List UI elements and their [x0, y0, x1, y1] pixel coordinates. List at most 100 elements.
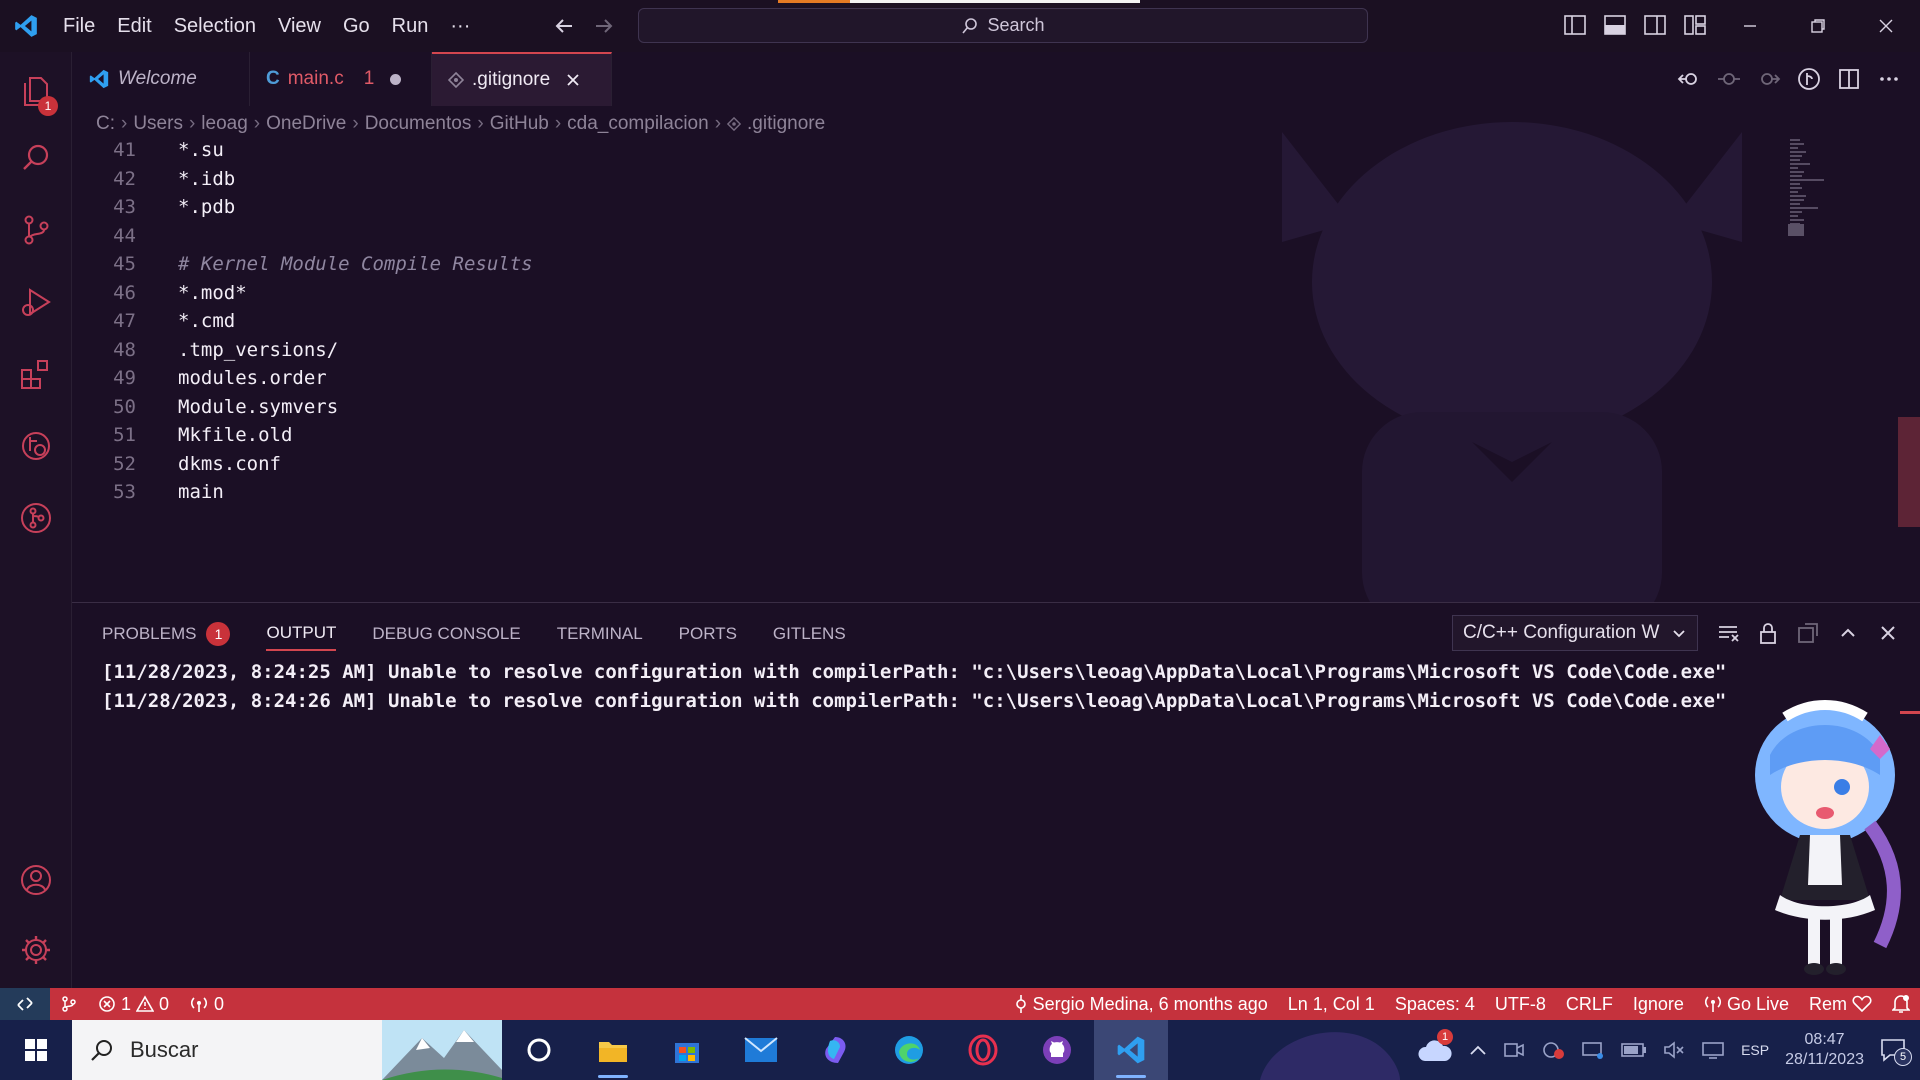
minimize-icon[interactable] [1716, 0, 1784, 52]
tab-ports[interactable]: PORTS [679, 617, 737, 651]
weather-icon[interactable]: 1 [1417, 1029, 1454, 1063]
manage-activity[interactable] [0, 920, 72, 980]
tab-welcome[interactable]: Welcome [72, 52, 250, 106]
testing-activity[interactable] [0, 416, 72, 476]
cursor-position[interactable]: Ln 1, Col 1 [1278, 988, 1385, 1020]
breadcrumb-item[interactable]: .gitignore [747, 113, 825, 135]
language-mode[interactable]: Ignore [1623, 988, 1694, 1020]
unsaved-dot-icon[interactable] [390, 73, 402, 85]
breadcrumb-item[interactable]: cda_compilacion [567, 113, 709, 135]
tab-output[interactable]: OUTPUT [266, 617, 337, 651]
theme-status[interactable]: Rem [1799, 988, 1882, 1020]
ports-status[interactable]: 0 [179, 988, 234, 1020]
opera-gx-icon[interactable] [946, 1020, 1020, 1080]
close-tab-icon[interactable] [566, 73, 580, 87]
command-center-search[interactable]: Search [638, 8, 1368, 43]
line-number: 44 [113, 224, 136, 247]
line-number: 43 [113, 196, 136, 219]
explorer-activity[interactable]: 1 [0, 60, 72, 120]
display-icon[interactable] [1701, 1041, 1725, 1059]
git-blame-status[interactable]: Sergio Medina, 6 months ago [1004, 988, 1278, 1020]
open-changes-next-icon[interactable] [1756, 66, 1782, 92]
tab-gitlens[interactable]: GITLENS [773, 617, 846, 651]
gitlens-status[interactable] [50, 988, 88, 1020]
github-desktop-icon[interactable] [1020, 1020, 1094, 1080]
clear-output-icon[interactable] [1714, 619, 1742, 647]
menu-file[interactable]: File [52, 0, 106, 52]
toggle-panel-icon[interactable] [1602, 12, 1628, 38]
back-arrow-icon[interactable] [551, 13, 577, 39]
vscode-taskbar-icon[interactable] [1094, 1020, 1168, 1080]
gitlens-inspect-icon[interactable] [1796, 66, 1822, 92]
accounts-activity[interactable] [0, 850, 72, 910]
breadcrumb-item[interactable]: GitHub [490, 113, 549, 135]
show-hidden-icons-chevron-up-icon[interactable] [1469, 1043, 1487, 1057]
maximize-panel-icon[interactable] [1834, 619, 1862, 647]
breadcrumb-item[interactable]: leoag [201, 113, 248, 135]
volume-muted-icon[interactable] [1663, 1041, 1685, 1059]
cortana-icon[interactable] [502, 1020, 576, 1080]
tab-problems[interactable]: PROBLEMS 1 [102, 617, 231, 651]
end-of-line[interactable]: CRLF [1556, 988, 1623, 1020]
notification-center-icon[interactable]: 5 [1880, 1038, 1912, 1066]
breadcrumb-item[interactable]: C: [96, 113, 115, 135]
start-button[interactable] [0, 1020, 72, 1080]
clock[interactable]: 08:47 28/11/2023 [1785, 1030, 1864, 1070]
toggle-primary-sidebar-icon[interactable] [1562, 12, 1588, 38]
search-activity[interactable] [0, 128, 72, 188]
customize-layout-icon[interactable] [1682, 12, 1708, 38]
minimap[interactable] [1788, 136, 1878, 256]
problems-status[interactable]: 1 0 [88, 988, 179, 1020]
file-explorer-icon[interactable] [576, 1020, 650, 1080]
network-icon[interactable] [1581, 1040, 1605, 1060]
notifications-button[interactable] [1882, 988, 1920, 1020]
code-line: 41 *.su [72, 136, 1772, 165]
close-panel-icon[interactable] [1874, 619, 1902, 647]
tab-main-c[interactable]: C main.c 1 [250, 52, 432, 106]
close-window-icon[interactable] [1852, 0, 1920, 52]
copilot-icon[interactable] [798, 1020, 872, 1080]
tab-gitignore[interactable]: .gitignore [432, 52, 612, 106]
menu-edit[interactable]: Edit [106, 0, 162, 52]
mail-icon[interactable] [724, 1020, 798, 1080]
output-channel-select[interactable]: C/C++ Configuration W [1452, 615, 1698, 651]
open-in-editor-icon[interactable] [1794, 619, 1822, 647]
battery-icon[interactable] [1621, 1042, 1647, 1058]
run-debug-activity[interactable] [0, 272, 72, 332]
editor-scrollbar[interactable] [1898, 417, 1920, 527]
vpn-blocked-icon[interactable] [1541, 1040, 1565, 1060]
toggle-secondary-sidebar-icon[interactable] [1642, 12, 1668, 38]
encoding[interactable]: UTF-8 [1485, 988, 1556, 1020]
line-number: 51 [113, 424, 136, 447]
remote-indicator[interactable] [0, 988, 50, 1020]
indentation[interactable]: Spaces: 4 [1385, 988, 1485, 1020]
breadcrumb-item[interactable]: Users [133, 113, 183, 135]
forward-arrow-icon[interactable] [591, 13, 617, 39]
microsoft-store-icon[interactable] [650, 1020, 724, 1080]
lock-scroll-icon[interactable] [1754, 619, 1782, 647]
git-commit-icon[interactable] [1716, 66, 1742, 92]
menu-selection[interactable]: Selection [163, 0, 267, 52]
meet-now-icon[interactable] [1503, 1040, 1525, 1060]
more-actions-icon[interactable] [1876, 66, 1902, 92]
menu-go[interactable]: Go [332, 0, 381, 52]
menu-more[interactable]: ··· [439, 0, 481, 52]
go-live-button[interactable]: Go Live [1694, 988, 1799, 1020]
tab-terminal[interactable]: TERMINAL [557, 617, 643, 651]
breadcrumb-item[interactable]: Documentos [365, 113, 472, 135]
gitlens-activity[interactable] [0, 488, 72, 548]
open-changes-previous-icon[interactable] [1676, 66, 1702, 92]
menu-view[interactable]: View [267, 0, 332, 52]
menu-run[interactable]: Run [381, 0, 440, 52]
extensions-activity[interactable] [0, 344, 72, 404]
input-language[interactable]: ESP [1741, 1042, 1769, 1058]
split-editor-icon[interactable] [1836, 66, 1862, 92]
breadcrumb-item[interactable]: OneDrive [266, 113, 346, 135]
edge-icon[interactable] [872, 1020, 946, 1080]
restore-icon[interactable] [1784, 0, 1852, 52]
code-editor[interactable]: 41 *.su 42 *.idb 43 *.pdb 44 45 # Kernel Mod… [72, 136, 1772, 507]
output-log[interactable]: [11/28/2023, 8:24:25 AM] Unable to resol… [102, 657, 1726, 715]
source-control-activity[interactable] [0, 200, 72, 260]
tab-debug-console[interactable]: DEBUG CONSOLE [372, 617, 520, 651]
taskbar-search[interactable]: Buscar [72, 1020, 502, 1080]
